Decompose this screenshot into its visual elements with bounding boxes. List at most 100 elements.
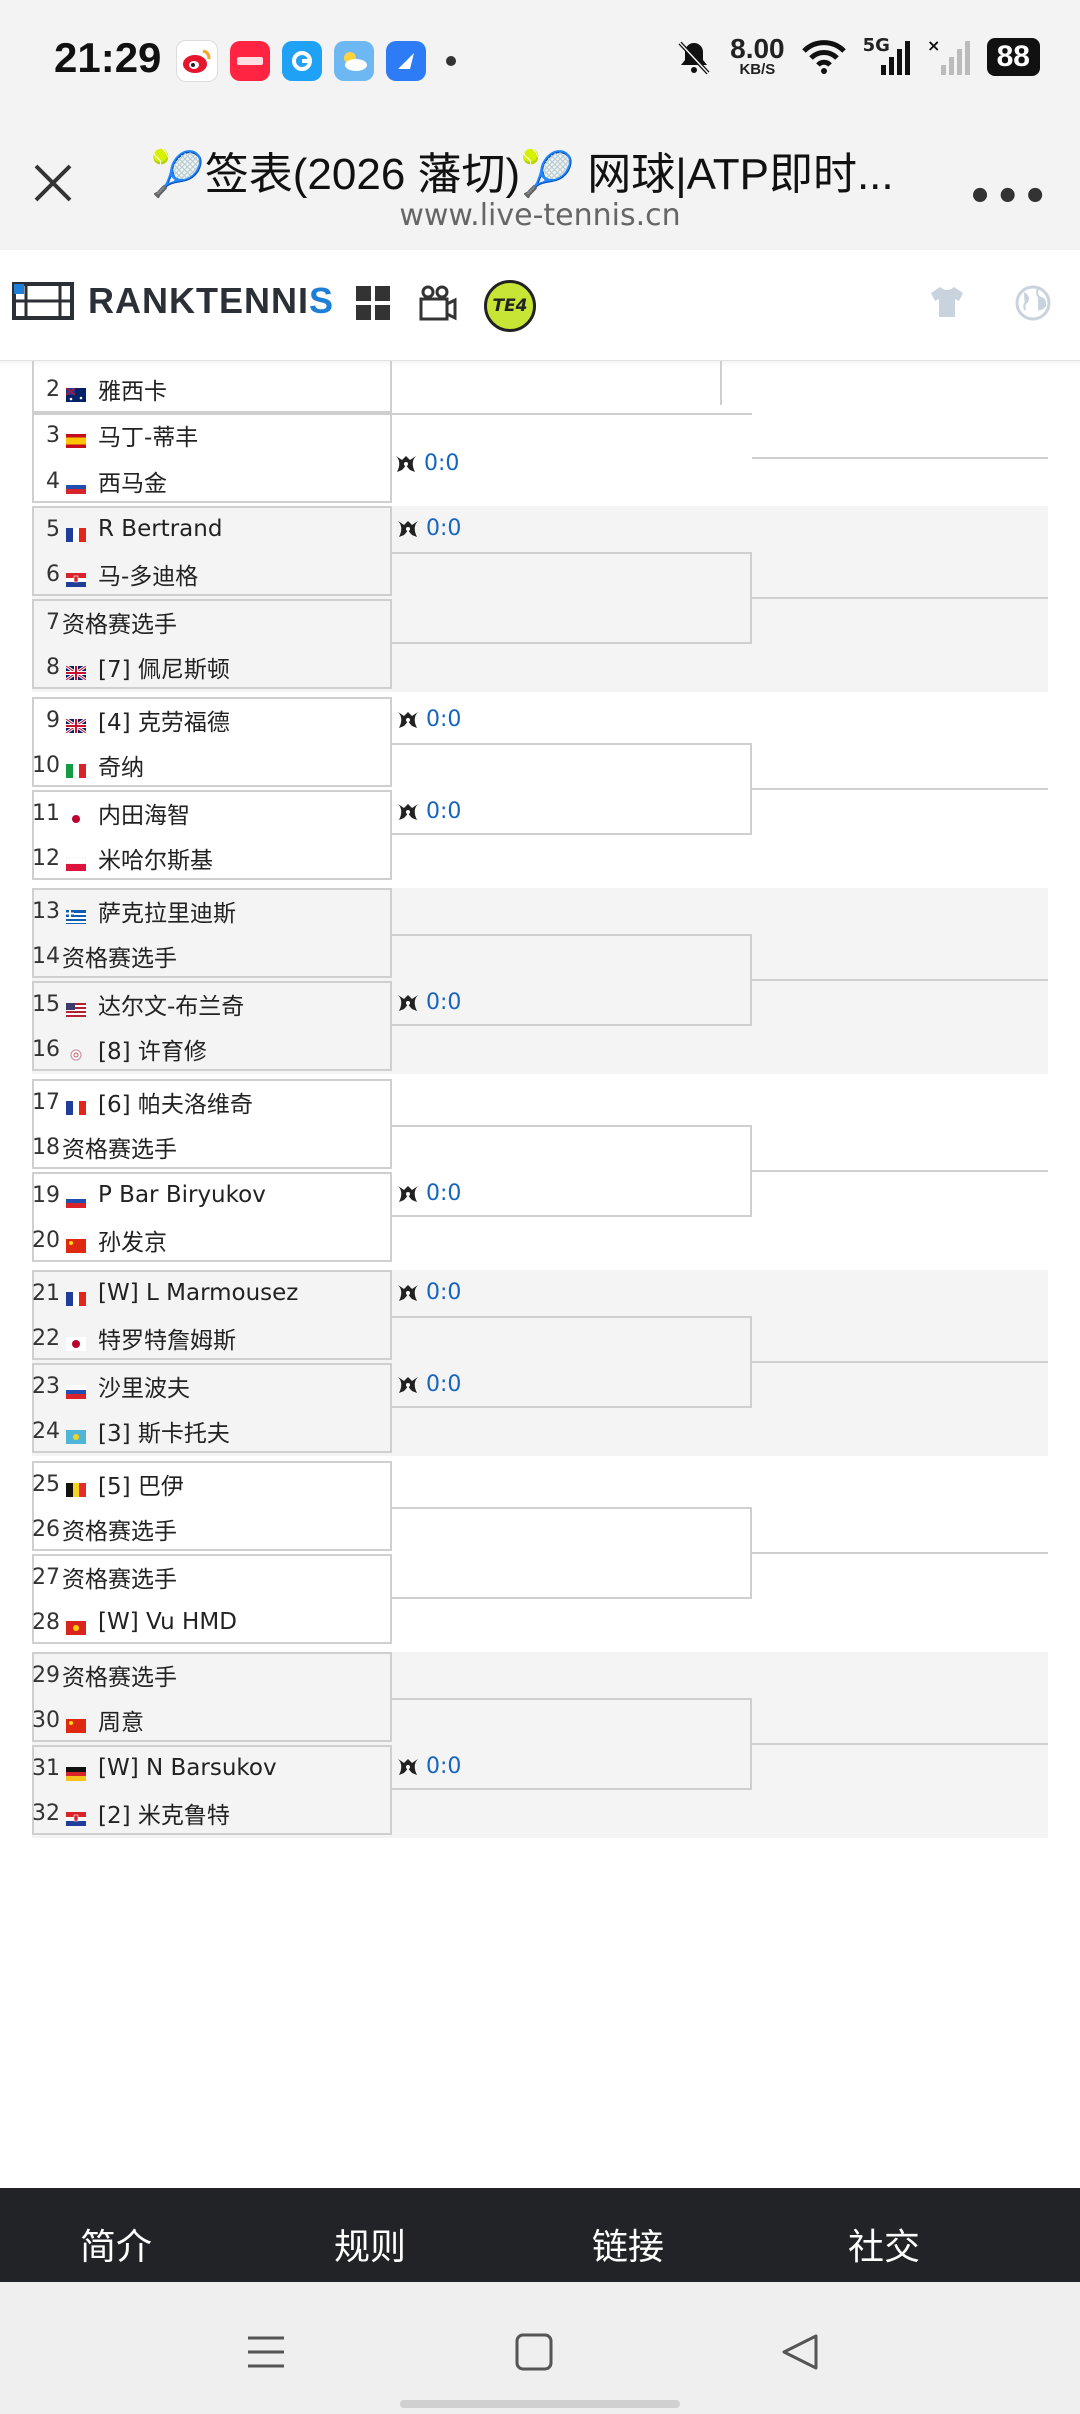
system-indicators: 8.00 KB/S 5G × 88	[674, 33, 1040, 78]
player-row[interactable]: 32 [2] 米克鲁特	[32, 1791, 392, 1835]
flag-cn-icon	[66, 1713, 86, 1733]
player-row[interactable]: 23 沙里波夫	[32, 1364, 392, 1408]
draw-number: 30	[32, 1707, 60, 1733]
player-row[interactable]: 12 米哈尔斯基	[32, 836, 392, 880]
match-score[interactable]: 0:0	[396, 1372, 461, 1397]
flag-pl-icon	[65, 851, 87, 871]
player-row[interactable]: 9 [4] 克劳福德	[32, 698, 392, 742]
player-row[interactable]: 21 [W] L Marmousez	[32, 1271, 392, 1315]
shirt-icon[interactable]	[928, 284, 966, 320]
player-row[interactable]: 28 [W] Vu HMD	[32, 1600, 392, 1644]
more-notifications-dot	[446, 56, 456, 66]
flag-fr-icon	[66, 1095, 86, 1115]
match-score[interactable]: 0:0	[396, 990, 461, 1015]
player-name: [6] 帕夫洛维奇	[98, 1092, 253, 1118]
flag-ru-icon	[66, 1188, 86, 1208]
player-row[interactable]: 25 [5] 巴伊	[32, 1462, 392, 1506]
more-options-button[interactable]: •••	[967, 174, 1050, 220]
flag-be-icon	[66, 1477, 86, 1497]
draw-number: 9	[46, 707, 60, 733]
player-name: [7] 佩尼斯顿	[98, 657, 230, 683]
player-row[interactable]: 8 [7] 佩尼斯顿	[32, 645, 392, 689]
player-row[interactable]: 24 [3] 斯卡托夫	[32, 1409, 392, 1453]
round3-connector	[752, 1552, 1048, 1554]
player-row[interactable]: 18 资格赛选手	[32, 1125, 392, 1169]
player-row[interactable]: 22 特罗特詹姆斯	[32, 1316, 392, 1360]
player-row[interactable]: 29 资格赛选手	[32, 1653, 392, 1697]
status-time: 21:29	[54, 34, 162, 81]
player-row[interactable]: 13 萨克拉里迪斯	[32, 889, 392, 933]
player-row[interactable]: 11 内田海智	[32, 791, 392, 835]
player-name: 马-多迪格	[98, 564, 199, 590]
te-badge-icon[interactable]: TE4	[484, 280, 536, 332]
player-name: 特罗特詹姆斯	[98, 1328, 236, 1354]
flag-it-icon	[66, 758, 86, 778]
match-score[interactable]: 0:0	[396, 707, 461, 732]
round3-connector	[752, 1743, 1048, 1745]
player-row[interactable]: 26 资格赛选手	[32, 1507, 392, 1551]
menu-icon[interactable]	[246, 2332, 286, 2372]
weibo-icon	[176, 40, 218, 82]
player-row[interactable]: 5 R Bertrand	[32, 507, 392, 551]
match-score[interactable]: 0:0	[394, 451, 459, 476]
match-status-icon	[398, 803, 418, 820]
match-score[interactable]: 0:0	[396, 1754, 461, 1779]
player-name: 沙里波夫	[98, 1376, 190, 1402]
weather-icon	[334, 41, 374, 81]
flag-hr-icon	[66, 567, 86, 587]
match-score[interactable]: 0:0	[396, 1181, 461, 1206]
match-score[interactable]: 0:0	[396, 1280, 461, 1305]
player-name: 资格赛选手	[62, 612, 177, 638]
grid-icon[interactable]	[354, 284, 392, 322]
match-status-icon	[398, 1376, 418, 1393]
player-name: 资格赛选手	[62, 1665, 177, 1691]
player-row[interactable]: 6 马-多迪格	[32, 552, 392, 596]
flag-fr-icon	[66, 1286, 86, 1306]
site-footer: 简介 规则 链接 社交	[0, 2188, 1080, 2282]
player-name: 周意	[98, 1710, 144, 1736]
match-score[interactable]: 0:0	[396, 799, 461, 824]
draw-number: 13	[32, 898, 60, 924]
draw-number: 16	[32, 1036, 60, 1062]
globe-icon[interactable]	[1014, 284, 1052, 322]
flag-de-icon	[66, 1761, 86, 1781]
logo-text: RANKTENNIS	[88, 280, 335, 321]
draw-section: 13 萨克拉里迪斯 14 资格赛选手 15 达尔文-布兰奇 16 [8] 许育修 0:0	[32, 888, 1048, 1074]
player-row[interactable]: 7 资格赛选手	[32, 600, 392, 644]
player-row[interactable]: 31 [W] N Barsukov	[32, 1746, 392, 1790]
player-row[interactable]: 15 达尔文-布兰奇	[32, 982, 392, 1026]
network-speed: 8.00 KB/S	[730, 33, 785, 78]
draw-section: 5R Bertrand 6 马-多迪格 7 资格赛选手 8 [7] 佩尼斯顿 0:0	[32, 506, 1048, 692]
player-row[interactable]: 19 P Bar Biryukov	[32, 1173, 392, 1217]
player-name: P Bar Biryukov	[98, 1182, 266, 1208]
flag-ru-icon	[66, 1379, 86, 1399]
footer-link-rules[interactable]: 规则	[334, 2218, 406, 2270]
flag-fr-icon	[66, 522, 86, 542]
player-row[interactable]: 10 奇纳	[32, 743, 392, 787]
footer-link-social[interactable]: 社交	[848, 2218, 920, 2270]
match-status-icon	[398, 994, 418, 1011]
footer-link-links[interactable]: 链接	[592, 2218, 664, 2270]
video-camera-icon[interactable]	[418, 284, 458, 324]
player-row[interactable]: 17 [6] 帕夫洛维奇	[32, 1080, 392, 1124]
player-row[interactable]: 27 资格赛选手	[32, 1555, 392, 1599]
player-row[interactable]: 30 周意	[32, 1698, 392, 1742]
footer-link-intro[interactable]: 简介	[80, 2218, 152, 2270]
player-row[interactable]: 3 马丁-蒂丰	[32, 413, 392, 457]
home-icon[interactable]	[514, 2332, 554, 2372]
draw-number: 28	[32, 1609, 60, 1635]
draw-section: 21 [W] L Marmousez 22 特罗特詹姆斯 23 沙里波夫 24 [3] 斯卡托…	[32, 1270, 1048, 1456]
player-row[interactable]: 20 孙发京	[32, 1218, 392, 1262]
flag-kz-icon	[66, 1424, 86, 1444]
player-row[interactable]: 16 [8] 许育修	[32, 1027, 392, 1071]
site-logo[interactable]: RANKTENNIS	[12, 280, 334, 322]
player-row[interactable]: 4 西马金	[32, 459, 392, 503]
player-row[interactable]: 14 资格赛选手	[32, 934, 392, 978]
round3-connector	[752, 1170, 1048, 1172]
draw-number: 25	[32, 1471, 60, 1497]
back-icon[interactable]	[780, 2332, 820, 2372]
wifi-icon	[801, 40, 846, 74]
player-name: 萨克拉里迪斯	[98, 901, 236, 927]
page-url[interactable]: www.live-tennis.cn	[0, 198, 1080, 233]
match-score[interactable]: 0:0	[396, 516, 461, 541]
